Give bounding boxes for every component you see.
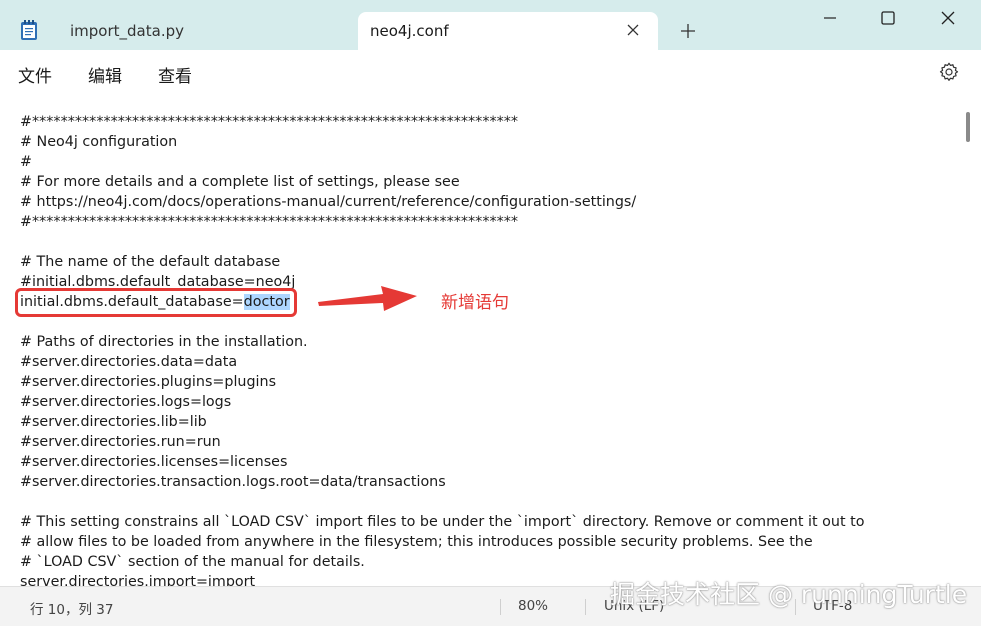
- editor-line: # `LOAD CSV` section of the manual for d…: [20, 554, 365, 570]
- menu-view[interactable]: 查看: [158, 62, 192, 87]
- title-bar: import_data.py neo4j.conf: [0, 0, 981, 50]
- editor-line: server.directories.import=import: [20, 574, 256, 586]
- editor-line: #: [20, 154, 32, 170]
- editor-line: #server.directories.data=data: [20, 354, 238, 370]
- text-editor[interactable]: #***************************************…: [0, 92, 981, 586]
- editor-line: # For more details and a complete list o…: [20, 174, 460, 190]
- maximize-icon[interactable]: [880, 10, 896, 26]
- tab-import-data[interactable]: import_data.py: [57, 12, 352, 50]
- menu-file[interactable]: 文件: [18, 62, 52, 87]
- editor-line: # Neo4j configuration: [20, 134, 178, 150]
- editor-line: # https://neo4j.com/docs/operations-manu…: [20, 194, 637, 210]
- editor-line: #server.directories.licenses=licenses: [20, 454, 288, 470]
- tab-label: import_data.py: [70, 22, 184, 40]
- cursor-position[interactable]: 行 10，列 37: [30, 598, 113, 618]
- close-icon[interactable]: [626, 23, 640, 37]
- annotation-label: 新增语句: [441, 293, 509, 313]
- editor-line: #server.directories.plugins=plugins: [20, 374, 277, 390]
- tab-label: neo4j.conf: [370, 22, 449, 40]
- status-divider: [585, 599, 586, 615]
- editor-line: #server.directories.logs=logs: [20, 394, 232, 410]
- menu-bar: 文件 编辑 查看: [0, 50, 981, 93]
- gear-icon[interactable]: [938, 61, 960, 83]
- editor-line: # Paths of directories in the installati…: [20, 334, 308, 350]
- editor-line: #***************************************…: [20, 214, 519, 230]
- editor-line: #server.directories.run=run: [20, 434, 221, 450]
- minimize-icon[interactable]: [822, 10, 838, 26]
- close-window-icon[interactable]: [940, 10, 956, 26]
- arrow-right-icon: [318, 286, 417, 311]
- editor-line: # The name of the default database: [20, 254, 281, 270]
- zoom-level[interactable]: 80%: [518, 598, 548, 614]
- menu-edit[interactable]: 编辑: [88, 62, 122, 87]
- editor-line: # allow files to be loaded from anywhere…: [20, 534, 813, 550]
- editor-line: #server.directories.transaction.logs.roo…: [20, 474, 446, 490]
- status-divider: [500, 599, 501, 615]
- editor-line: #***************************************…: [20, 114, 519, 130]
- notepad-icon: [21, 20, 37, 40]
- plus-icon[interactable]: [680, 23, 696, 39]
- annotation-highlight-box: [15, 288, 297, 317]
- tab-neo4j-conf[interactable]: neo4j.conf: [358, 12, 658, 50]
- vertical-scrollbar[interactable]: [966, 112, 970, 142]
- watermark: 掘金技术社区 @ runningTurtle: [610, 580, 968, 609]
- editor-line: # This setting constrains all `LOAD CSV`…: [20, 514, 865, 530]
- editor-line: #server.directories.lib=lib: [20, 414, 207, 430]
